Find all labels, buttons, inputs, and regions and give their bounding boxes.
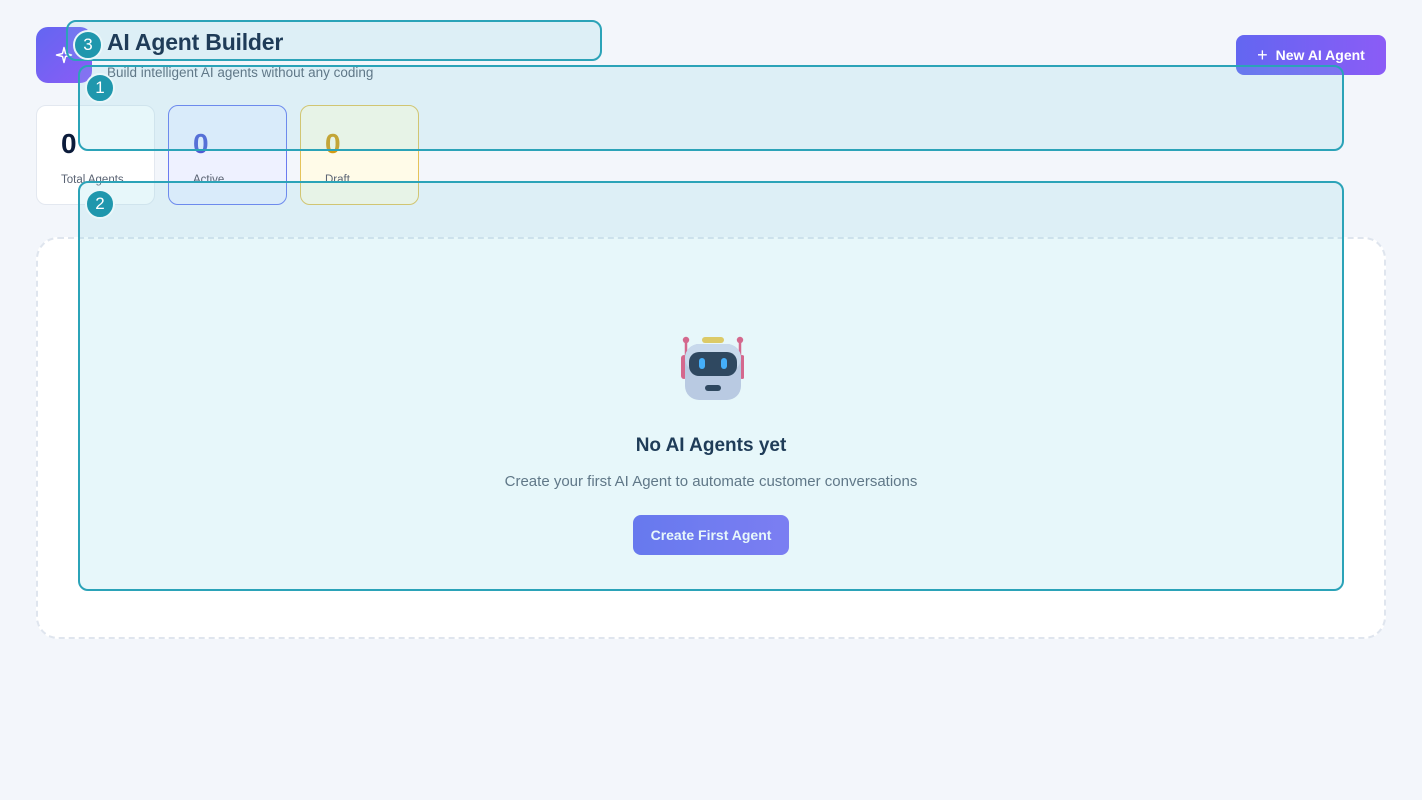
plus-icon: + — [1257, 45, 1268, 65]
page: AI Agent Builder Build intelligent AI ag… — [0, 0, 1422, 800]
new-ai-agent-label: New AI Agent — [1275, 47, 1365, 63]
annotation-badge-3: 3 — [73, 30, 103, 60]
annotation-box-1 — [78, 65, 1344, 151]
annotation-badge-1: 1 — [85, 73, 115, 103]
annotation-box-3 — [66, 20, 602, 61]
annotation-badge-2: 2 — [85, 189, 115, 219]
annotation-box-2 — [78, 181, 1344, 591]
